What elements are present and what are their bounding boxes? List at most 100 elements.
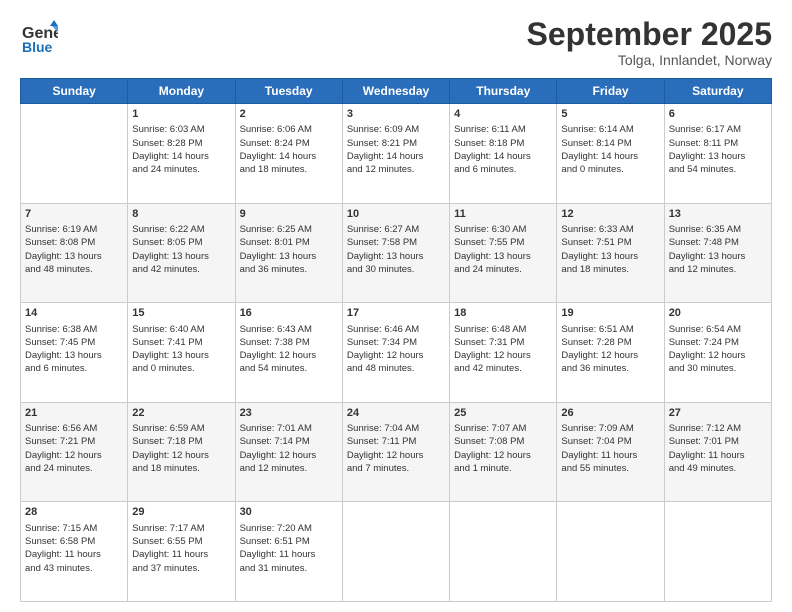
day-number: 26 (561, 406, 659, 421)
col-wednesday: Wednesday (342, 79, 449, 104)
calendar-week-5: 28 Sunrise: 7:15 AMSunset: 6:58 PM Dayligh… (21, 502, 772, 602)
day-info: Sunset: 7:01 PM (669, 435, 767, 448)
day-info: Daylight: 13 hours (347, 250, 445, 263)
calendar-table: Sunday Monday Tuesday Wednesday Thursday… (20, 78, 772, 602)
day-info: Sunrise: 6:09 AM (347, 123, 445, 136)
day-info: Sunset: 7:28 PM (561, 336, 659, 349)
day-info: Sunrise: 7:20 AM (240, 522, 338, 535)
day-info: and 7 minutes. (347, 462, 445, 475)
col-friday: Friday (557, 79, 664, 104)
day-info: Daylight: 13 hours (669, 150, 767, 163)
day-info: Sunrise: 7:07 AM (454, 422, 552, 435)
calendar-cell: 7Sunrise: 6:19 AMSunset: 8:08 PMDaylight… (21, 203, 128, 303)
day-info: and 0 minutes. (132, 362, 230, 375)
day-info: Daylight: 13 hours (132, 349, 230, 362)
day-info: Sunset: 7:45 PM (25, 336, 123, 349)
day-info: and 36 minutes. (561, 362, 659, 375)
page-subtitle: Tolga, Innlandet, Norway (527, 52, 772, 68)
day-info: Sunrise: 6:25 AM (240, 223, 338, 236)
calendar-cell: 9Sunrise: 6:25 AMSunset: 8:01 PMDaylight… (235, 203, 342, 303)
calendar-week-1: 1Sunrise: 6:03 AMSunset: 8:28 PMDaylight… (21, 104, 772, 204)
day-info: and 12 minutes. (669, 263, 767, 276)
day-number: 16 (240, 306, 338, 321)
calendar-cell (557, 502, 664, 602)
day-info: Sunset: 7:41 PM (132, 336, 230, 349)
day-info: Sunrise: 7:09 AM (561, 422, 659, 435)
day-info: Sunrise: 7:12 AM (669, 422, 767, 435)
day-number: 10 (347, 207, 445, 222)
day-info: Sunset: 8:28 PM (132, 137, 230, 150)
day-number: 28 (25, 505, 123, 520)
day-number: 14 (25, 306, 123, 321)
day-info: Sunrise: 6:40 AM (132, 323, 230, 336)
day-info: Sunset: 7:04 PM (561, 435, 659, 448)
day-number: 3 (347, 107, 445, 122)
day-number: 22 (132, 406, 230, 421)
day-info: Sunset: 8:05 PM (132, 236, 230, 249)
day-number: 8 (132, 207, 230, 222)
day-info: Daylight: 13 hours (669, 250, 767, 263)
calendar-cell: 30Sunrise: 7:20 AMSunset: 6:51 PMDayligh… (235, 502, 342, 602)
col-saturday: Saturday (664, 79, 771, 104)
title-block: September 2025 Tolga, Innlandet, Norway (527, 18, 772, 68)
day-info: Sunrise: 6:17 AM (669, 123, 767, 136)
calendar-cell: 2Sunrise: 6:06 AMSunset: 8:24 PMDaylight… (235, 104, 342, 204)
day-info: Sunset: 8:24 PM (240, 137, 338, 150)
day-info: Sunset: 6:58 PM (25, 535, 123, 548)
day-info: Daylight: 12 hours (240, 449, 338, 462)
day-number: 21 (25, 406, 123, 421)
day-info: Sunset: 7:55 PM (454, 236, 552, 249)
calendar-cell: 17Sunrise: 6:46 AMSunset: 7:34 PMDayligh… (342, 303, 449, 403)
day-info: Sunrise: 6:27 AM (347, 223, 445, 236)
col-monday: Monday (128, 79, 235, 104)
day-info: Sunrise: 6:54 AM (669, 323, 767, 336)
calendar-cell: 12Sunrise: 6:33 AMSunset: 7:51 PMDayligh… (557, 203, 664, 303)
day-info: Daylight: 14 hours (240, 150, 338, 163)
day-info: and 48 minutes. (25, 263, 123, 276)
day-info: Sunset: 8:01 PM (240, 236, 338, 249)
day-info: Sunset: 8:14 PM (561, 137, 659, 150)
day-info: Sunrise: 7:15 AM (25, 522, 123, 535)
day-info: Daylight: 11 hours (132, 548, 230, 561)
day-info: Daylight: 11 hours (669, 449, 767, 462)
day-info: and 36 minutes. (240, 263, 338, 276)
day-info: Sunset: 8:08 PM (25, 236, 123, 249)
day-info: and 0 minutes. (561, 163, 659, 176)
day-info: Sunrise: 6:33 AM (561, 223, 659, 236)
calendar-cell: 4Sunrise: 6:11 AMSunset: 8:18 PMDaylight… (450, 104, 557, 204)
calendar-cell (664, 502, 771, 602)
day-number: 6 (669, 107, 767, 122)
day-info: and 31 minutes. (240, 562, 338, 575)
calendar-cell: 5Sunrise: 6:14 AMSunset: 8:14 PMDaylight… (557, 104, 664, 204)
day-info: and 54 minutes. (669, 163, 767, 176)
day-info: and 24 minutes. (454, 263, 552, 276)
day-info: Daylight: 14 hours (454, 150, 552, 163)
day-info: and 1 minute. (454, 462, 552, 475)
day-info: Daylight: 14 hours (561, 150, 659, 163)
calendar-week-4: 21Sunrise: 6:56 AMSunset: 7:21 PMDayligh… (21, 402, 772, 502)
svg-text:Blue: Blue (22, 39, 53, 55)
page: General Blue September 2025 Tolga, Innla… (0, 0, 792, 612)
day-info: and 42 minutes. (454, 362, 552, 375)
calendar-cell: 23Sunrise: 7:01 AMSunset: 7:14 PMDayligh… (235, 402, 342, 502)
day-number: 30 (240, 505, 338, 520)
day-info: and 12 minutes. (347, 163, 445, 176)
day-info: Daylight: 12 hours (347, 349, 445, 362)
day-number: 4 (454, 107, 552, 122)
day-number: 2 (240, 107, 338, 122)
day-info: Sunset: 7:58 PM (347, 236, 445, 249)
calendar-cell (21, 104, 128, 204)
day-info: Daylight: 12 hours (561, 349, 659, 362)
day-info: Daylight: 12 hours (454, 449, 552, 462)
calendar-cell: 13Sunrise: 6:35 AMSunset: 7:48 PMDayligh… (664, 203, 771, 303)
day-info: Daylight: 13 hours (240, 250, 338, 263)
day-info: Sunset: 7:51 PM (561, 236, 659, 249)
calendar-week-2: 7Sunrise: 6:19 AMSunset: 8:08 PMDaylight… (21, 203, 772, 303)
day-info: and 6 minutes. (25, 362, 123, 375)
day-info: Sunrise: 6:38 AM (25, 323, 123, 336)
day-info: Sunrise: 6:22 AM (132, 223, 230, 236)
day-info: Sunset: 6:51 PM (240, 535, 338, 548)
day-info: Daylight: 13 hours (454, 250, 552, 263)
day-number: 29 (132, 505, 230, 520)
day-info: Sunrise: 6:56 AM (25, 422, 123, 435)
